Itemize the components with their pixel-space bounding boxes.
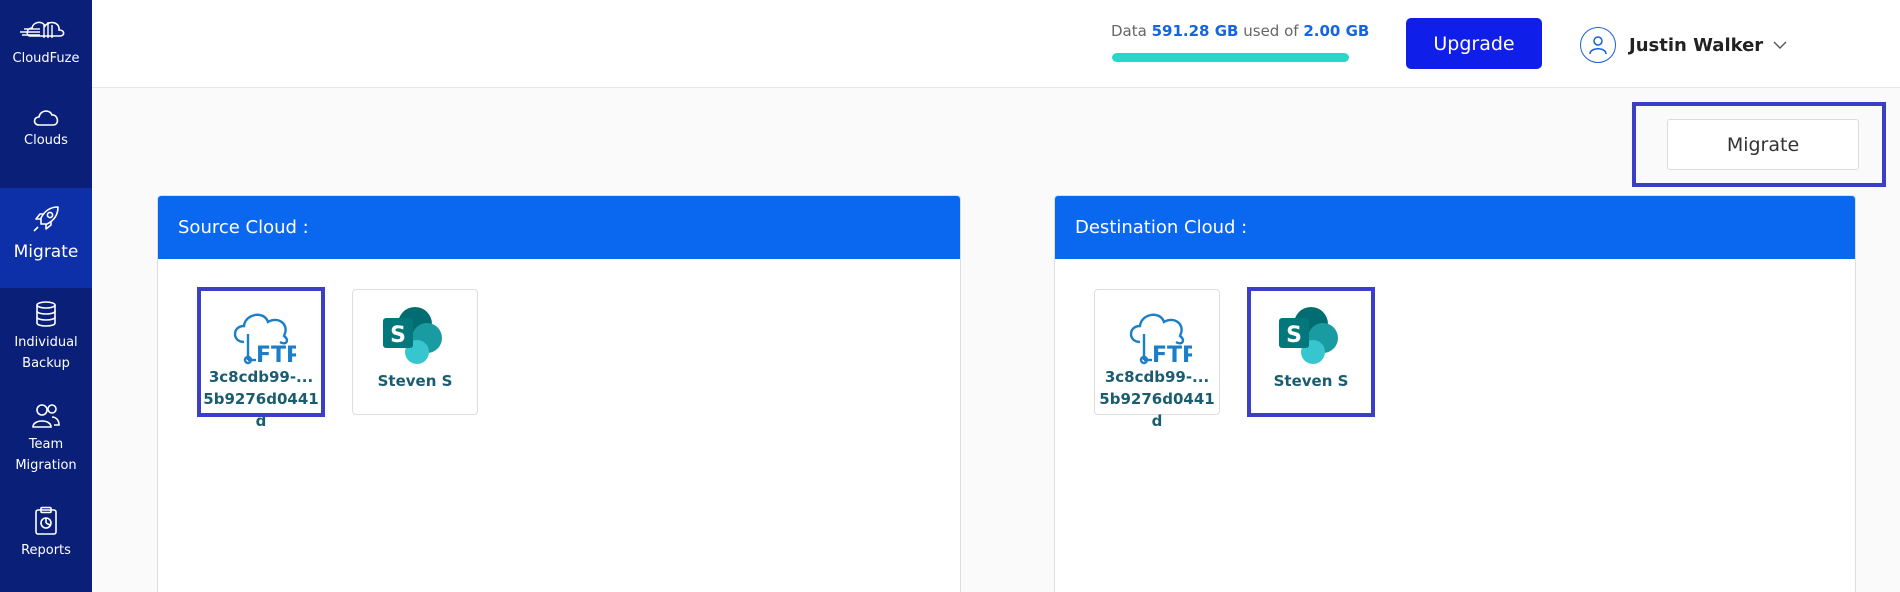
destination-cloud-tile-sharepoint[interactable]: S Steven S xyxy=(1248,289,1374,415)
source-cloud-panel: Source Cloud : FTP 3c8cdb99-... 5b9276d0… xyxy=(157,195,961,592)
destination-cloud-title: Destination Cloud : xyxy=(1055,196,1855,259)
sidebar-item-team-migration[interactable]: Team Migration xyxy=(0,402,92,482)
sidebar-item-label: Migrate xyxy=(13,242,79,262)
sidebar-item-clouds[interactable]: Clouds xyxy=(0,104,92,164)
rocket-icon xyxy=(33,206,59,232)
sidebar-item-reports[interactable]: Reports xyxy=(0,506,92,566)
sidebar-item-label: Individual xyxy=(14,335,78,350)
database-icon xyxy=(36,301,56,327)
storage-usage-fill xyxy=(1112,53,1349,62)
source-cloud-tile-sharepoint[interactable]: S Steven S xyxy=(352,289,478,415)
svg-text:FTP: FTP xyxy=(256,343,296,366)
sidebar-item-label: Clouds xyxy=(24,133,68,148)
ftp-cloud-icon: FTP xyxy=(1129,313,1192,366)
cloud-name: 3c8cdb99-... 5b9276d0441d xyxy=(1099,368,1215,430)
sharepoint-icon: S xyxy=(383,307,442,364)
cloud-name: Steven S xyxy=(377,372,453,390)
avatar xyxy=(1580,27,1616,63)
usage-prefix: Data xyxy=(1111,22,1147,40)
sidebar-item-label: Team xyxy=(28,437,64,452)
svg-text:S: S xyxy=(1286,323,1302,348)
usage-used: 591.28 GB xyxy=(1151,22,1239,40)
sharepoint-icon: S xyxy=(1279,307,1338,364)
source-cloud-title: Source Cloud : xyxy=(158,196,960,259)
storage-usage-bar xyxy=(1112,53,1349,62)
cloudfuze-logo-icon xyxy=(20,21,65,38)
cloud-name: 3c8cdb99-... 5b9276d0441d xyxy=(203,368,319,430)
sidebar: CloudFuze Clouds Migrate Individual Back… xyxy=(0,0,92,592)
brand-name: CloudFuze xyxy=(12,51,80,66)
destination-cloud-tile-ftp[interactable]: FTP 3c8cdb99-... 5b9276d0441d xyxy=(1094,289,1220,430)
sidebar-item-label-line2: Backup xyxy=(22,356,70,371)
svg-text:S: S xyxy=(390,323,406,348)
cloud-icon xyxy=(33,110,59,126)
upgrade-button[interactable]: Upgrade xyxy=(1406,18,1542,69)
migrate-button[interactable]: Migrate xyxy=(1667,119,1859,170)
storage-usage-text: Data 591.28 GB used of 2.00 GB xyxy=(1111,22,1369,40)
source-cloud-tile-ftp[interactable]: FTP 3c8cdb99-... 5b9276d0441d xyxy=(198,289,324,430)
user-menu[interactable]: Justin Walker xyxy=(1580,27,1787,63)
sidebar-item-label: Reports xyxy=(21,543,71,558)
chevron-down-icon xyxy=(1773,41,1787,49)
user-icon xyxy=(1589,36,1607,55)
brand-logo[interactable]: CloudFuze xyxy=(0,14,92,80)
destination-cloud-panel: Destination Cloud : FTP 3c8cdb99-... 5b9… xyxy=(1054,195,1856,592)
cloud-name: Steven S xyxy=(1273,372,1349,390)
usage-total: 2.00 GB xyxy=(1303,22,1370,40)
clipboard-icon xyxy=(35,506,57,535)
users-icon xyxy=(32,404,60,428)
svg-text:FTP: FTP xyxy=(1152,343,1192,366)
user-name: Justin Walker xyxy=(1629,34,1764,56)
sidebar-item-individual-backup[interactable]: Individual Backup xyxy=(0,300,92,380)
ftp-cloud-icon: FTP xyxy=(233,313,296,366)
usage-middle: used of xyxy=(1243,22,1299,40)
sidebar-item-label-line2: Migration xyxy=(15,458,77,473)
sidebar-item-migrate[interactable]: Migrate xyxy=(0,188,92,288)
